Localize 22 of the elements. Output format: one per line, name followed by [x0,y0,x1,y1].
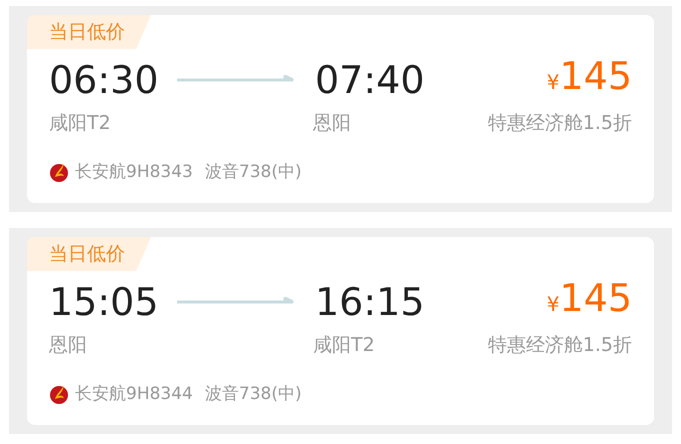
aircraft-type: 波音738(中) [204,160,302,184]
cabin-discount: 特惠经济舱1.5折 [488,111,632,136]
flight-number: 长安航9H8343 [75,160,193,184]
arrival-airport: 咸阳T2 [313,333,375,358]
aircraft-type: 波音738(中) [204,382,302,406]
arrival-time: 07:40 [315,57,425,103]
deal-tag: 当日低价 [27,237,151,271]
cabin-discount: 特惠经济舱1.5折 [488,333,632,358]
flight-number: 长安航9H8344 [75,382,193,406]
departure-airport: 咸阳T2 [49,111,112,136]
airline-logo-icon [49,383,69,406]
departure-time: 06:30 [49,57,160,103]
price: ¥145 [546,275,632,322]
flight-card[interactable]: 当日低价 06:30 07:40 ¥145 咸阳T2 恩阳 特惠经济舱1.5折 长安航9H8343 波音738(中) [27,15,654,203]
departure-time: 15:05 [49,279,160,325]
price: ¥145 [546,53,632,100]
departure-airport: 恩阳 [49,333,88,358]
airline-logo-icon [49,161,69,184]
flight-card[interactable]: 当日低价 15:05 16:15 ¥145 恩阳 咸阳T2 特惠经济舱1.5折 长安航9H8344 波音738(中) [27,237,654,425]
arrival-airport: 恩阳 [313,111,351,136]
deal-tag: 当日低价 [27,15,151,49]
arrival-time: 16:15 [315,279,425,325]
